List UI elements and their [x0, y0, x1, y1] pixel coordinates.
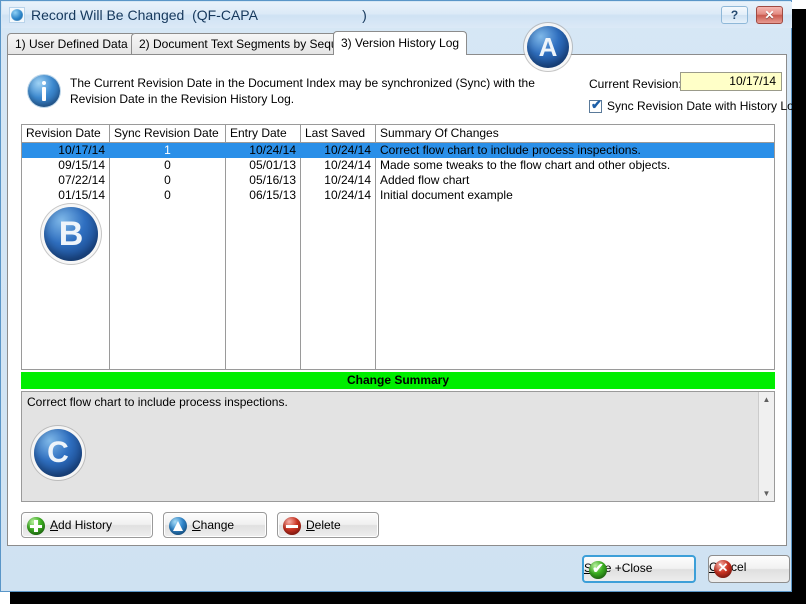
cell-last-saved: 10/24/14 [324, 173, 371, 187]
cell-last-saved: 10/24/14 [324, 188, 371, 202]
table-row[interactable]: 10/17/14 1 10/24/14 10/24/14 Correct flo… [22, 143, 774, 158]
sync-revision-checkbox[interactable]: ✔ [589, 97, 602, 113]
add-history-label: Add History [50, 513, 112, 539]
add-history-button[interactable]: Add History [21, 512, 153, 538]
save-close-button[interactable]: ✔ Save +Close [582, 555, 696, 583]
accel-c: C [192, 518, 201, 532]
annotation-badge-a: A [527, 26, 569, 68]
grid-header-row: Revision Date Sync Revision Date Entry D… [22, 125, 774, 143]
annotation-badge-c: C [34, 429, 82, 477]
checkmark-icon: ✔ [591, 97, 602, 112]
current-revision-label: Current Revision: [589, 77, 682, 91]
cancel-button[interactable]: ✕ Cancel [708, 555, 790, 583]
cell-sync-revision-date: 0 [164, 158, 171, 172]
tab-version-history-log[interactable]: 3) Version History Log [333, 31, 468, 55]
check-circle-icon: ✔ [589, 560, 607, 579]
change-summary-header: Change Summary [21, 372, 775, 389]
info-message: The Current Revision Date in the Documen… [70, 76, 535, 106]
x-circle-icon: ✕ [714, 560, 732, 578]
cell-revision-date: 10/17/14 [58, 143, 105, 157]
cell-summary: Added flow chart [380, 173, 470, 187]
window-shadow-corner [792, 0, 806, 9]
info-icon [28, 75, 60, 107]
dialog-window: Record Will Be Changed (QF-CAPA ) ? ✕ 1)… [0, 0, 800, 592]
tab-user-defined-data[interactable]: 1) User Defined Data [7, 33, 136, 55]
column-header-last-saved[interactable]: Last Saved [301, 125, 375, 142]
cell-revision-date: 01/15/14 [58, 188, 105, 202]
cell-entry-date: 10/24/14 [249, 143, 296, 157]
column-header-revision-date[interactable]: Revision Date [22, 125, 109, 142]
cell-summary: Initial document example [380, 188, 513, 202]
change-label: Change [192, 513, 234, 539]
cell-summary: Made some tweaks to the flow chart and o… [380, 158, 671, 172]
scroll-up-icon[interactable]: ▲ [759, 392, 774, 407]
tab-page-version-history: The Current Revision Date in the Documen… [7, 54, 800, 546]
cell-revision-date: 09/15/14 [58, 158, 105, 172]
title-bar[interactable]: Record Will Be Changed (QF-CAPA ) ? ✕ [2, 2, 792, 28]
grid-body: 10/17/14 1 10/24/14 10/24/14 Correct flo… [22, 143, 774, 203]
cell-summary: Correct flow chart to include process in… [380, 143, 641, 157]
cell-sync-revision-date: 0 [164, 188, 171, 202]
globe-icon [9, 7, 25, 23]
table-row[interactable]: 09/15/14 0 05/01/13 10/24/14 Made some t… [22, 158, 774, 173]
cell-last-saved: 10/24/14 [324, 158, 371, 172]
change-text: hange [200, 518, 235, 532]
plus-circle-icon [27, 517, 45, 535]
cell-entry-date: 05/16/13 [249, 173, 296, 187]
delete-label: Delete [306, 513, 341, 539]
cell-last-saved: 10/24/14 [324, 143, 371, 157]
window-shadow-bottom [10, 592, 806, 604]
window-title: Record Will Be Changed (QF-CAPA ) [31, 7, 367, 23]
column-header-entry-date[interactable]: Entry Date [226, 125, 300, 142]
cell-sync-revision-date: 0 [164, 173, 171, 187]
close-button[interactable]: ✕ [756, 6, 783, 24]
accel-a: A [50, 518, 59, 532]
current-revision-value[interactable]: 10/17/14 [680, 72, 782, 91]
table-row[interactable]: 01/15/14 0 06/15/13 10/24/14 Initial doc… [22, 188, 774, 203]
delete-text: elete [314, 518, 341, 532]
change-summary-textarea[interactable]: Correct flow chart to include process in… [21, 391, 775, 502]
annotation-badge-b: B [44, 207, 98, 261]
cell-sync-revision-date: 1 [164, 143, 171, 157]
help-button[interactable]: ? [721, 6, 748, 24]
delete-button[interactable]: Delete [277, 512, 379, 538]
triangle-circle-icon [169, 517, 187, 535]
column-header-summary-of-changes[interactable]: Summary Of Changes [376, 125, 766, 142]
scroll-down-icon[interactable]: ▼ [759, 486, 774, 501]
table-row[interactable]: 07/22/14 0 05/16/13 10/24/14 Added flow … [22, 173, 774, 188]
cell-entry-date: 06/15/13 [249, 188, 296, 202]
change-summary-text: Correct flow chart to include process in… [27, 395, 288, 409]
sync-revision-label: Sync Revision Date with History Log [607, 99, 801, 113]
add-history-text: dd History [58, 518, 113, 532]
change-button[interactable]: Change [163, 512, 267, 538]
window-shadow-right [792, 8, 806, 596]
change-summary-scrollbar[interactable]: ▲ ▼ [758, 392, 774, 501]
minus-circle-icon [283, 517, 301, 535]
version-history-grid[interactable]: Revision Date Sync Revision Date Entry D… [21, 124, 775, 370]
cell-entry-date: 05/01/13 [249, 158, 296, 172]
accel-d: D [306, 518, 315, 532]
tab-strip: 1) User Defined Data 2) Document Text Se… [7, 31, 787, 55]
cell-revision-date: 07/22/14 [58, 173, 105, 187]
column-header-sync-revision-date[interactable]: Sync Revision Date [110, 125, 225, 142]
